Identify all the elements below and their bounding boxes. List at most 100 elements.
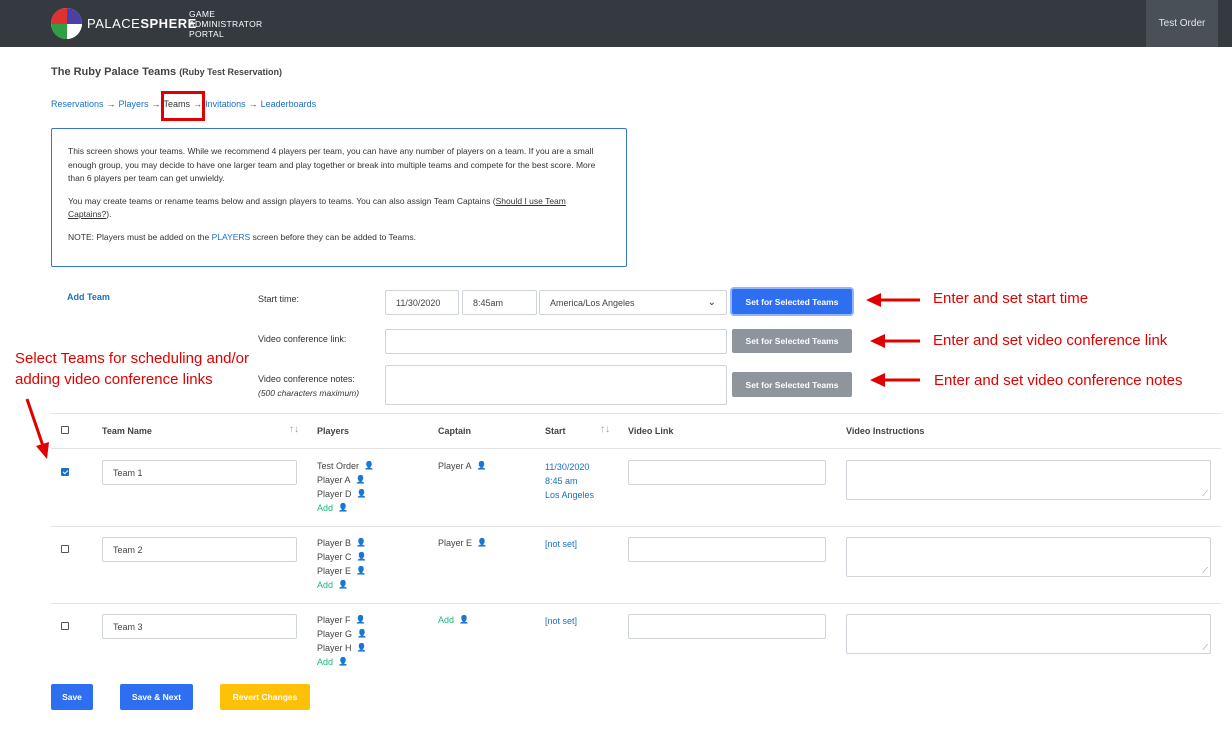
team-name-input[interactable]: Team 2 [102,537,297,562]
video-link-input[interactable] [628,614,826,639]
start-date-input[interactable]: 11/30/2020 [385,290,459,315]
remove-person-icon[interactable]: 👤 [477,536,487,550]
video-notes-textarea[interactable] [385,365,727,405]
header-divider [51,448,1221,449]
row-divider [51,603,1221,604]
set-video-notes-button[interactable]: Set for Selected Teams [732,372,852,397]
remove-person-icon[interactable]: 👤 [357,487,367,501]
breadcrumb-players[interactable]: Players [119,99,149,109]
header-start[interactable]: Start [545,426,566,436]
team-name-input[interactable]: Team 1 [102,460,297,485]
list-item: Player H 👤 [317,641,367,655]
captain-cell: Player E 👤 [438,536,487,550]
table-top-divider [51,413,1221,414]
header-players: Players [317,426,350,436]
start-cell[interactable]: [not set] [545,614,577,628]
remove-person-icon[interactable]: 👤 [356,536,366,550]
set-video-link-button[interactable]: Set for Selected Teams [732,329,852,353]
add-person-icon: 👤 [338,580,348,589]
header-captain: Captain [438,426,472,436]
annotation-arrow-select [25,398,49,459]
video-instructions-textarea[interactable]: ⟋ [846,614,1211,654]
breadcrumb-leaderboards[interactable]: Leaderboards [261,99,317,109]
notes-hint: (500 characters maximum) [258,388,360,398]
header-team-name[interactable]: Team Name [102,426,152,436]
list-item: Player B 👤 [317,536,366,550]
list-item: Player F 👤 [317,613,366,627]
revert-changes-button[interactable]: Revert Changes [220,684,310,710]
set-start-time-button[interactable]: Set for Selected Teams [732,289,852,314]
start-cell[interactable]: 11/30/2020 8:45 am Los Angeles [545,460,594,502]
sort-icon[interactable]: ↑↓ [600,424,610,435]
save-next-button[interactable]: Save & Next [120,684,193,710]
palacesphere-logo-icon[interactable] [51,8,82,39]
save-button[interactable]: Save [51,684,93,710]
annotation-arrow-video [870,334,920,348]
annotation-video-link: Enter and set video conference link [933,332,1168,349]
remove-person-icon[interactable]: 👤 [356,473,366,487]
start-time-input[interactable]: 8:45am [462,290,537,315]
video-notes-label: Video conference notes: (500 characters … [258,374,360,398]
breadcrumb-invitations[interactable]: Invitations [205,99,246,109]
info-paragraph-3: NOTE: Players must be added on the PLAYE… [68,231,416,242]
add-team-link[interactable]: Add Team [67,292,110,302]
video-link-input[interactable] [628,460,826,485]
start-cell[interactable]: [not set] [545,537,577,551]
add-player-link[interactable]: Add 👤 [317,501,374,515]
resize-grip-icon: ⟋ [1202,489,1208,498]
top-navbar: PALACESPHERE GAME ADMINISTRATOR PORTAL T… [0,0,1232,47]
remove-person-icon[interactable]: 👤 [356,564,366,578]
captain-cell: Add 👤 [438,613,469,627]
teams-highlight-box [161,91,205,121]
add-player-link[interactable]: Add 👤 [317,655,367,669]
video-instructions-textarea[interactable]: ⟋ [846,460,1211,500]
breadcrumb-reservations[interactable]: Reservations [51,99,104,109]
annotation-arrow-notes [870,373,920,387]
annotation-select-teams: Select Teams for scheduling and/or addin… [15,350,250,388]
players-link[interactable]: PLAYERS [212,232,251,242]
video-link-input[interactable] [628,537,826,562]
annotation-arrow-start [866,293,920,307]
captain-cell: Player A 👤 [438,459,487,473]
remove-person-icon[interactable]: 👤 [364,459,374,473]
brand-name: PALACESPHERE [87,16,197,31]
list-item: Player A 👤 [317,473,366,487]
list-item: Test Order 👤 [317,459,374,473]
remove-person-icon[interactable]: 👤 [477,459,487,473]
players-list: Test Order 👤 Player A 👤 Player D 👤 Add 👤 [317,459,374,515]
remove-person-icon[interactable]: 👤 [356,613,366,627]
resize-grip-icon: ⟋ [1202,566,1208,575]
add-person-icon: 👤 [338,503,348,512]
players-list: Player B 👤 Player C 👤 Player E 👤 Add 👤 [317,536,366,592]
start-time-label: Start time: [258,294,300,304]
remove-person-icon[interactable]: 👤 [357,641,367,655]
sort-icon[interactable]: ↑↓ [289,424,299,435]
row-checkbox[interactable] [61,468,69,476]
row-checkbox[interactable] [61,545,69,553]
remove-person-icon[interactable]: 👤 [357,550,367,564]
team-name-input[interactable]: Team 3 [102,614,297,639]
annotation-start-time: Enter and set start time [933,290,1089,307]
page-title: The Ruby Palace Teams (Ruby Test Reserva… [51,66,283,78]
list-item: Player C 👤 [317,550,367,564]
add-player-link[interactable]: Add 👤 [317,578,366,592]
resize-grip-icon: ⟋ [1202,643,1208,652]
info-paragraph-1: This screen shows your teams. While we r… [68,146,596,183]
row-checkbox[interactable] [61,622,69,630]
list-item: Player D 👤 [317,487,367,501]
list-item: Player G 👤 [317,627,367,641]
remove-person-icon[interactable]: 👤 [357,627,367,641]
video-link-label: Video conference link: [258,334,347,344]
user-menu[interactable]: Test Order [1146,0,1218,47]
add-captain-link[interactable]: Add 👤 [438,613,469,627]
header-video-instructions: Video Instructions [846,426,925,436]
header-video-link: Video Link [628,426,674,436]
video-instructions-textarea[interactable]: ⟋ [846,537,1211,577]
timezone-select[interactable]: America/Los Angeles ⌄ [539,290,727,315]
page-subtitle: (Ruby Test Reservation) [179,67,283,77]
video-link-input[interactable] [385,329,727,354]
list-item: Player E 👤 [317,564,366,578]
players-list: Player F 👤 Player G 👤 Player H 👤 Add 👤 [317,613,367,669]
portal-name: GAME ADMINISTRATOR PORTAL [189,9,263,39]
select-all-checkbox[interactable] [61,426,69,434]
